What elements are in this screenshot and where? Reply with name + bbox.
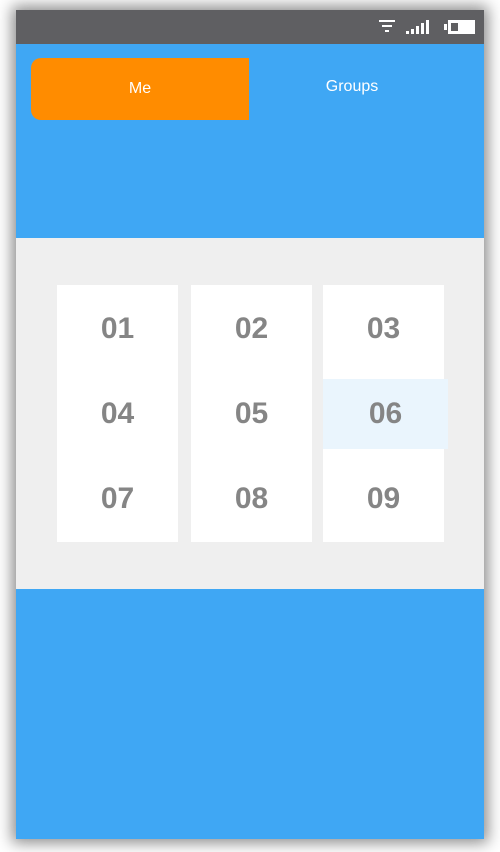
battery-icon: [444, 18, 476, 36]
grid-column-1: 01 04 07: [57, 285, 178, 542]
tab-bar: Me Groups: [31, 58, 471, 120]
grid-cell-08[interactable]: 08: [191, 464, 312, 534]
grid-cell-04[interactable]: 04: [57, 379, 178, 449]
status-bar: [16, 10, 484, 44]
signal-icon: [406, 18, 434, 36]
grid-cell-03[interactable]: 03: [323, 294, 444, 364]
number-grid-panel: 01 04 07 02 05 08 03 06 09: [16, 238, 484, 589]
grid-cell-06[interactable]: 06: [323, 379, 448, 449]
tab-me[interactable]: Me: [31, 58, 249, 120]
grid-column-2: 02 05 08: [191, 285, 312, 542]
tab-groups[interactable]: Groups: [249, 58, 455, 116]
app-screen: Me Groups 01 04 07 02 05 08 03 06 09: [16, 10, 484, 839]
grid-cell-02[interactable]: 02: [191, 294, 312, 364]
grid-cell-05[interactable]: 05: [191, 379, 312, 449]
grid-column-3: 03 06 09: [323, 285, 448, 542]
screen-frame: Me Groups 01 04 07 02 05 08 03 06 09: [0, 0, 500, 852]
wifi-icon: [378, 18, 396, 36]
grid-cell-01[interactable]: 01: [57, 294, 178, 364]
status-icons: [378, 16, 476, 38]
grid-cell-07[interactable]: 07: [57, 464, 178, 534]
grid-cell-09[interactable]: 09: [323, 464, 444, 534]
